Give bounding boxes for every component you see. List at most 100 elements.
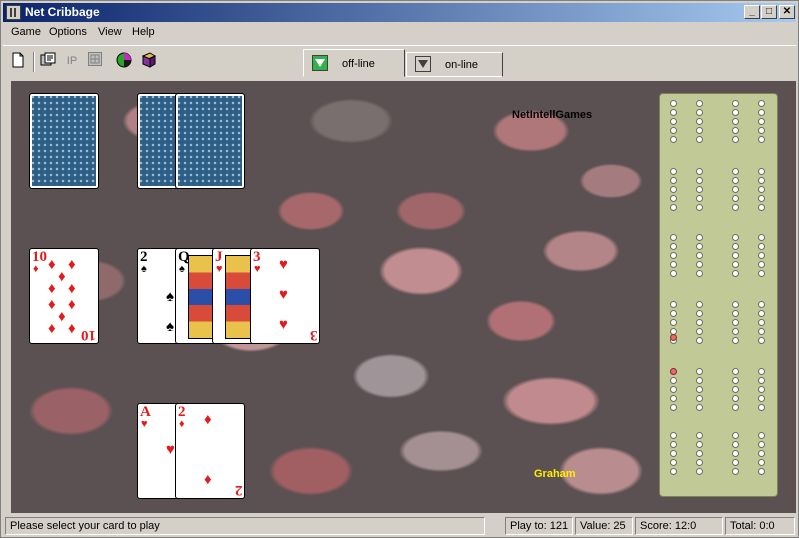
peg-hole [696,432,703,439]
tab-online-label: on-line [445,59,479,71]
tab-online[interactable]: on-line [406,52,503,77]
opponent-hand-card [29,93,99,189]
peg-hole [696,234,703,241]
peg-hole [670,186,677,193]
peg-hole [758,310,765,317]
app-icon [6,5,21,20]
window-title: Net Cribbage [25,5,100,19]
network-settings-icon[interactable] [39,52,57,70]
maximize-button[interactable]: □ [761,5,777,19]
peg-hole [670,195,677,202]
peg-hole [732,127,739,134]
online-icon [415,56,431,72]
status-message: Please select your card to play [5,517,485,535]
peg [670,368,677,375]
minimize-button[interactable]: _ [744,5,760,19]
menu-options[interactable]: Options [49,26,87,38]
card-suit: ♠ [179,263,185,275]
card-suit: ♥ [216,263,223,275]
peg-hole [732,204,739,211]
help-book-icon[interactable] [140,52,158,70]
crib-card [175,93,245,189]
peg-hole [732,377,739,384]
starter-card: 10 ♦ ♦ ♦ ♦ ♦ ♦ ♦ ♦ ♦ ♦ ♦ 10 [29,248,99,344]
peg-hole [732,136,739,143]
peg-hole [696,127,703,134]
peg-hole [758,118,765,125]
peg-hole [758,127,765,134]
peg-hole [732,441,739,448]
peg-hole [696,186,703,193]
peg-hole [670,118,677,125]
peg-hole [670,243,677,250]
peg-hole [732,450,739,457]
status-play-to: Play to: 121 [505,517,573,535]
peg-hole [670,310,677,317]
toolbar-separator [33,52,35,72]
peg-hole [732,404,739,411]
peg-hole [696,136,703,143]
peg-hole [696,328,703,335]
peg-hole [758,177,765,184]
peg-hole [670,395,677,402]
card-rank: J [215,249,223,265]
offline-icon [312,55,328,71]
card-rank: 10 [81,327,96,343]
peg-hole [670,459,677,466]
close-button[interactable]: ✕ [779,5,795,19]
peg-hole [758,395,765,402]
peg-hole [696,270,703,277]
peg-hole [732,468,739,475]
card-rank: 3 [253,249,261,265]
status-score: Score: 12:0 [635,517,723,535]
player-hand-card[interactable]: 2 ♦ ♦ ♦ 2 [175,403,245,499]
card-suit: ♦ [33,263,39,275]
peg-hole [696,319,703,326]
peg-hole [732,261,739,268]
peg-hole [758,432,765,439]
peg-hole [732,252,739,259]
queen-face-art [188,255,214,339]
color-wheel-icon[interactable] [115,52,133,70]
peg-hole [732,186,739,193]
peg-hole [758,377,765,384]
peg-hole [732,310,739,317]
game-board: NetIntellGames 10 ♦ ♦ ♦ ♦ ♦ ♦ ♦ ♦ ♦ ♦ ♦ … [11,81,796,513]
peg-hole [758,100,765,107]
peg-hole [732,100,739,107]
tab-offline-label: off-line [342,58,375,70]
peg-hole [696,177,703,184]
peg-hole [732,234,739,241]
peg-hole [758,328,765,335]
peg-hole [696,468,703,475]
card-suit: ♥ [141,418,148,430]
peg-hole [696,395,703,402]
peg-hole [696,386,703,393]
peg-hole [670,261,677,268]
peg-hole [696,243,703,250]
tab-offline[interactable]: off-line [303,49,405,77]
menu-bar: Game Options View Help [3,23,796,42]
menu-game[interactable]: Game [11,26,41,38]
played-card: 3 ♥ ♥ ♥ ♥ 3 [250,248,320,344]
menu-view[interactable]: View [98,26,122,38]
peg-hole [696,168,703,175]
grid-icon[interactable] [86,52,104,70]
peg-hole [732,118,739,125]
new-game-icon[interactable] [9,52,27,70]
peg-hole [696,459,703,466]
jack-face-art [225,255,251,339]
menu-help[interactable]: Help [132,26,155,38]
peg-hole [670,441,677,448]
peg-hole [670,450,677,457]
peg-hole [758,450,765,457]
peg-hole [732,386,739,393]
ip-button[interactable]: IP [63,52,81,70]
peg-hole [758,261,765,268]
peg-hole [758,186,765,193]
peg-hole [758,319,765,326]
status-value: Value: 25 [575,517,633,535]
peg-hole [696,368,703,375]
title-bar[interactable]: Net Cribbage _ □ ✕ [3,3,796,22]
peg-hole [670,109,677,116]
